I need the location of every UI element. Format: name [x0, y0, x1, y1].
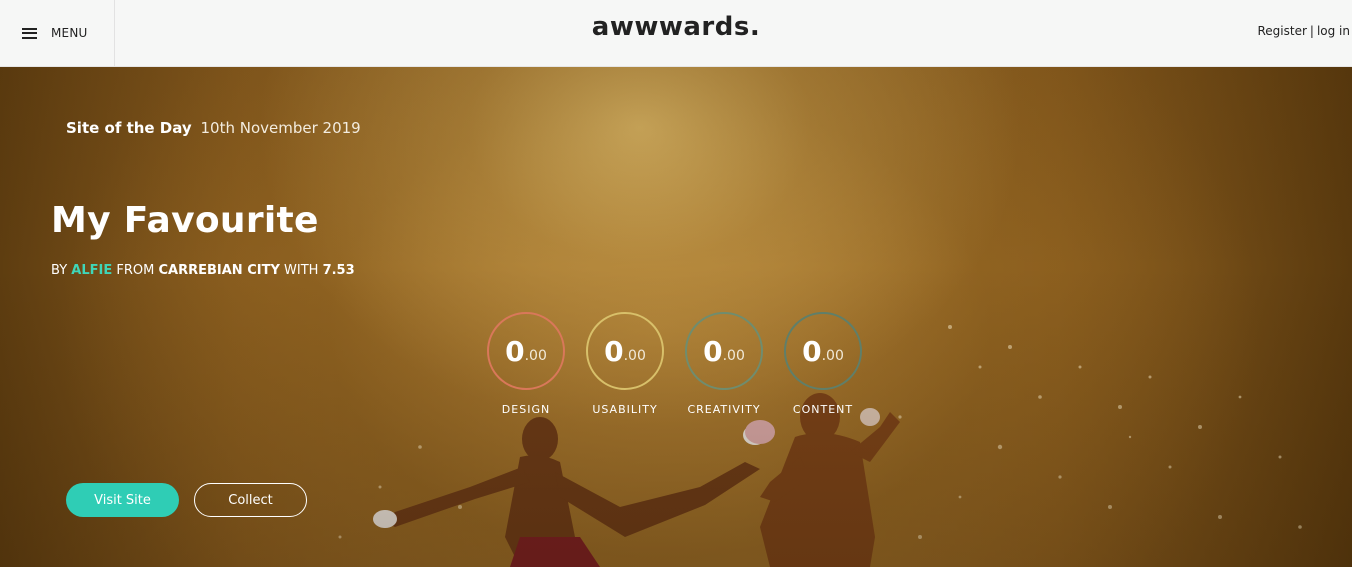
hero-banner: Site of the Day 10th November 2019 My Fa…: [0, 67, 1352, 567]
score-category: CONTENT: [792, 403, 854, 416]
score-category: USABILITY: [592, 403, 658, 416]
score-ring: 0.00: [487, 312, 565, 390]
site-of-the-day-label: Site of the Day 10th November 2019: [66, 119, 361, 137]
score-whole: 0: [802, 334, 822, 368]
score-whole: 0: [505, 334, 525, 368]
register-link[interactable]: Register: [1258, 24, 1307, 38]
score-whole: 0: [703, 334, 723, 368]
site-byline: BY ALFIE FROM CARREBIAN CITY WITH 7.53: [51, 263, 355, 278]
score-decimal: .00: [524, 347, 547, 364]
score-decimal: .00: [821, 347, 844, 364]
auth-separator: |: [1309, 24, 1314, 38]
score-creativity: 0.00 CREATIVITY: [684, 312, 764, 416]
byline-from: FROM: [116, 263, 155, 278]
top-navigation-bar: MENU awwwards. Register | log in: [0, 0, 1352, 67]
score-ring: 0.00: [685, 312, 763, 390]
award-date: 10th November 2019: [200, 119, 361, 137]
score-decimal: .00: [722, 347, 745, 364]
score-usability: 0.00 USABILITY: [585, 312, 665, 416]
auth-links: Register | log in: [1258, 24, 1351, 38]
visit-site-button[interactable]: Visit Site: [66, 483, 179, 517]
awwwards-logo[interactable]: awwwards.: [0, 12, 1352, 42]
login-link[interactable]: log in: [1317, 24, 1350, 38]
score-whole: 0: [604, 334, 624, 368]
award-badge: Site of the Day: [66, 119, 192, 137]
byline-by: BY: [51, 263, 68, 278]
overall-score: 7.53: [322, 263, 355, 278]
author-location: CARREBIAN CITY: [158, 263, 280, 278]
score-category: CREATIVITY: [687, 403, 761, 416]
byline-with: WITH: [284, 263, 319, 278]
site-title: My Favourite: [51, 200, 319, 241]
score-content: 0.00 CONTENT: [783, 312, 863, 416]
score-ring: 0.00: [784, 312, 862, 390]
score-ring: 0.00: [586, 312, 664, 390]
collect-button[interactable]: Collect: [194, 483, 307, 517]
score-decimal: .00: [623, 347, 646, 364]
score-category: DESIGN: [501, 403, 551, 416]
score-design: 0.00 DESIGN: [486, 312, 566, 416]
author-link[interactable]: ALFIE: [71, 263, 112, 278]
